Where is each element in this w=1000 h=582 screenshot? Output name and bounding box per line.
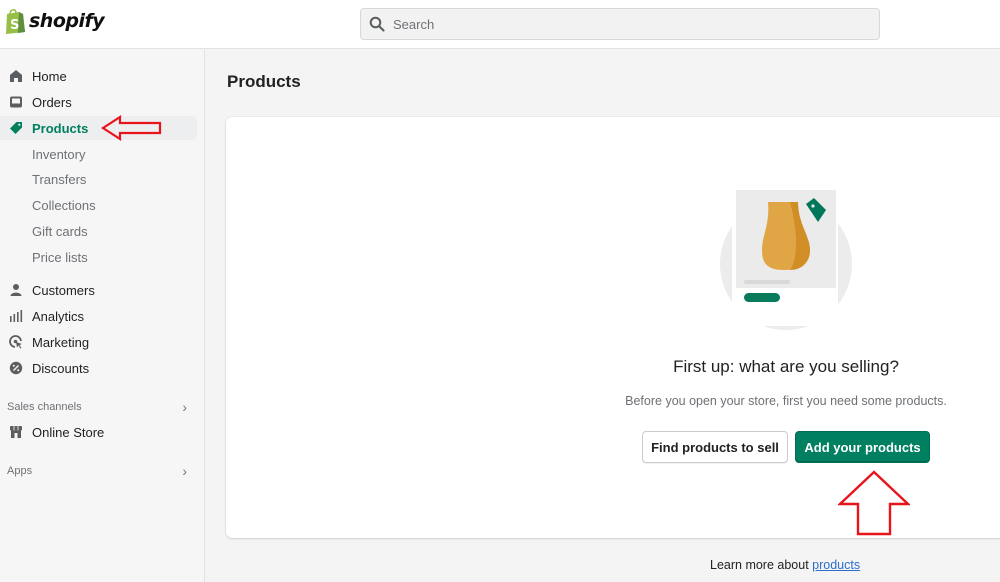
home-icon	[0, 69, 32, 83]
analytics-bars-icon	[0, 309, 32, 323]
sales-channels-header[interactable]: Sales channels ›	[7, 399, 187, 415]
sidebar-item-products[interactable]: Products	[0, 116, 197, 140]
sidebar-item-orders[interactable]: Orders	[0, 90, 197, 114]
sidebar-subitem-price-lists[interactable]: Price lists	[32, 247, 88, 267]
apps-header[interactable]: Apps ›	[7, 463, 187, 479]
search-input[interactable]	[393, 16, 853, 32]
store-icon	[0, 425, 32, 439]
top-bar: S shopify	[0, 0, 1000, 49]
sidebar-item-label: Home	[32, 68, 67, 84]
sidebar-item-customers[interactable]: Customers	[0, 278, 197, 302]
svg-text:S: S	[10, 18, 19, 33]
sales-channels-label: Sales channels	[7, 401, 82, 413]
sidebar-item-marketing[interactable]: Marketing	[0, 330, 197, 354]
annotation-arrow-up	[838, 470, 910, 536]
sidebar-subitem-collections[interactable]: Collections	[32, 195, 96, 215]
learn-more-footer: Learn more about products	[710, 558, 860, 572]
sidebar-item-label: Products	[32, 120, 89, 136]
shopify-logo[interactable]: S shopify	[4, 8, 105, 34]
annotation-arrow-left	[100, 114, 162, 142]
search-bar[interactable]	[360, 8, 880, 40]
sidebar-item-discounts[interactable]: Discounts	[0, 356, 197, 380]
sidebar-item-analytics[interactable]: Analytics	[0, 304, 197, 328]
sidebar-subitem-gift-cards[interactable]: Gift cards	[32, 221, 88, 241]
products-help-link[interactable]: products	[812, 558, 860, 572]
page-title: Products	[227, 72, 301, 91]
sidebar-item-home[interactable]: Home	[0, 64, 197, 88]
sidebar-item-label: Orders	[32, 94, 72, 110]
find-products-button[interactable]: Find products to sell	[642, 431, 788, 463]
learn-more-text: Learn more about	[710, 558, 813, 572]
sidebar-item-label: Marketing	[32, 334, 90, 350]
brand-name: shopify	[29, 10, 105, 32]
sidebar-item-label: Customers	[32, 282, 95, 298]
sidebar-item-online-store[interactable]: Online Store	[0, 420, 197, 444]
chevron-right-icon[interactable]: ›	[182, 463, 187, 479]
apps-label: Apps	[7, 465, 33, 477]
product-vase-with-tag-illustration	[720, 188, 852, 330]
marketing-target-icon	[0, 335, 32, 349]
sidebar-item-label: Analytics	[32, 308, 85, 324]
tag-icon	[0, 121, 32, 135]
sidebar-item-label: Discounts	[32, 360, 90, 376]
sidebar-item-label: Online Store	[32, 424, 105, 440]
empty-state-title: First up: what are you selling?	[673, 357, 899, 376]
sidebar-subitem-transfers[interactable]: Transfers	[32, 169, 86, 189]
discount-icon	[0, 361, 32, 375]
sidebar-subitem-inventory[interactable]: Inventory	[32, 144, 85, 164]
add-products-button[interactable]: Add your products	[795, 431, 930, 463]
empty-state-description: Before you open your store, first you ne…	[625, 394, 947, 408]
customer-icon	[0, 283, 32, 297]
orders-inbox-icon	[0, 95, 32, 109]
chevron-right-icon[interactable]: ›	[182, 399, 187, 415]
shopify-bag-icon: S	[6, 8, 25, 34]
search-icon	[369, 16, 385, 32]
